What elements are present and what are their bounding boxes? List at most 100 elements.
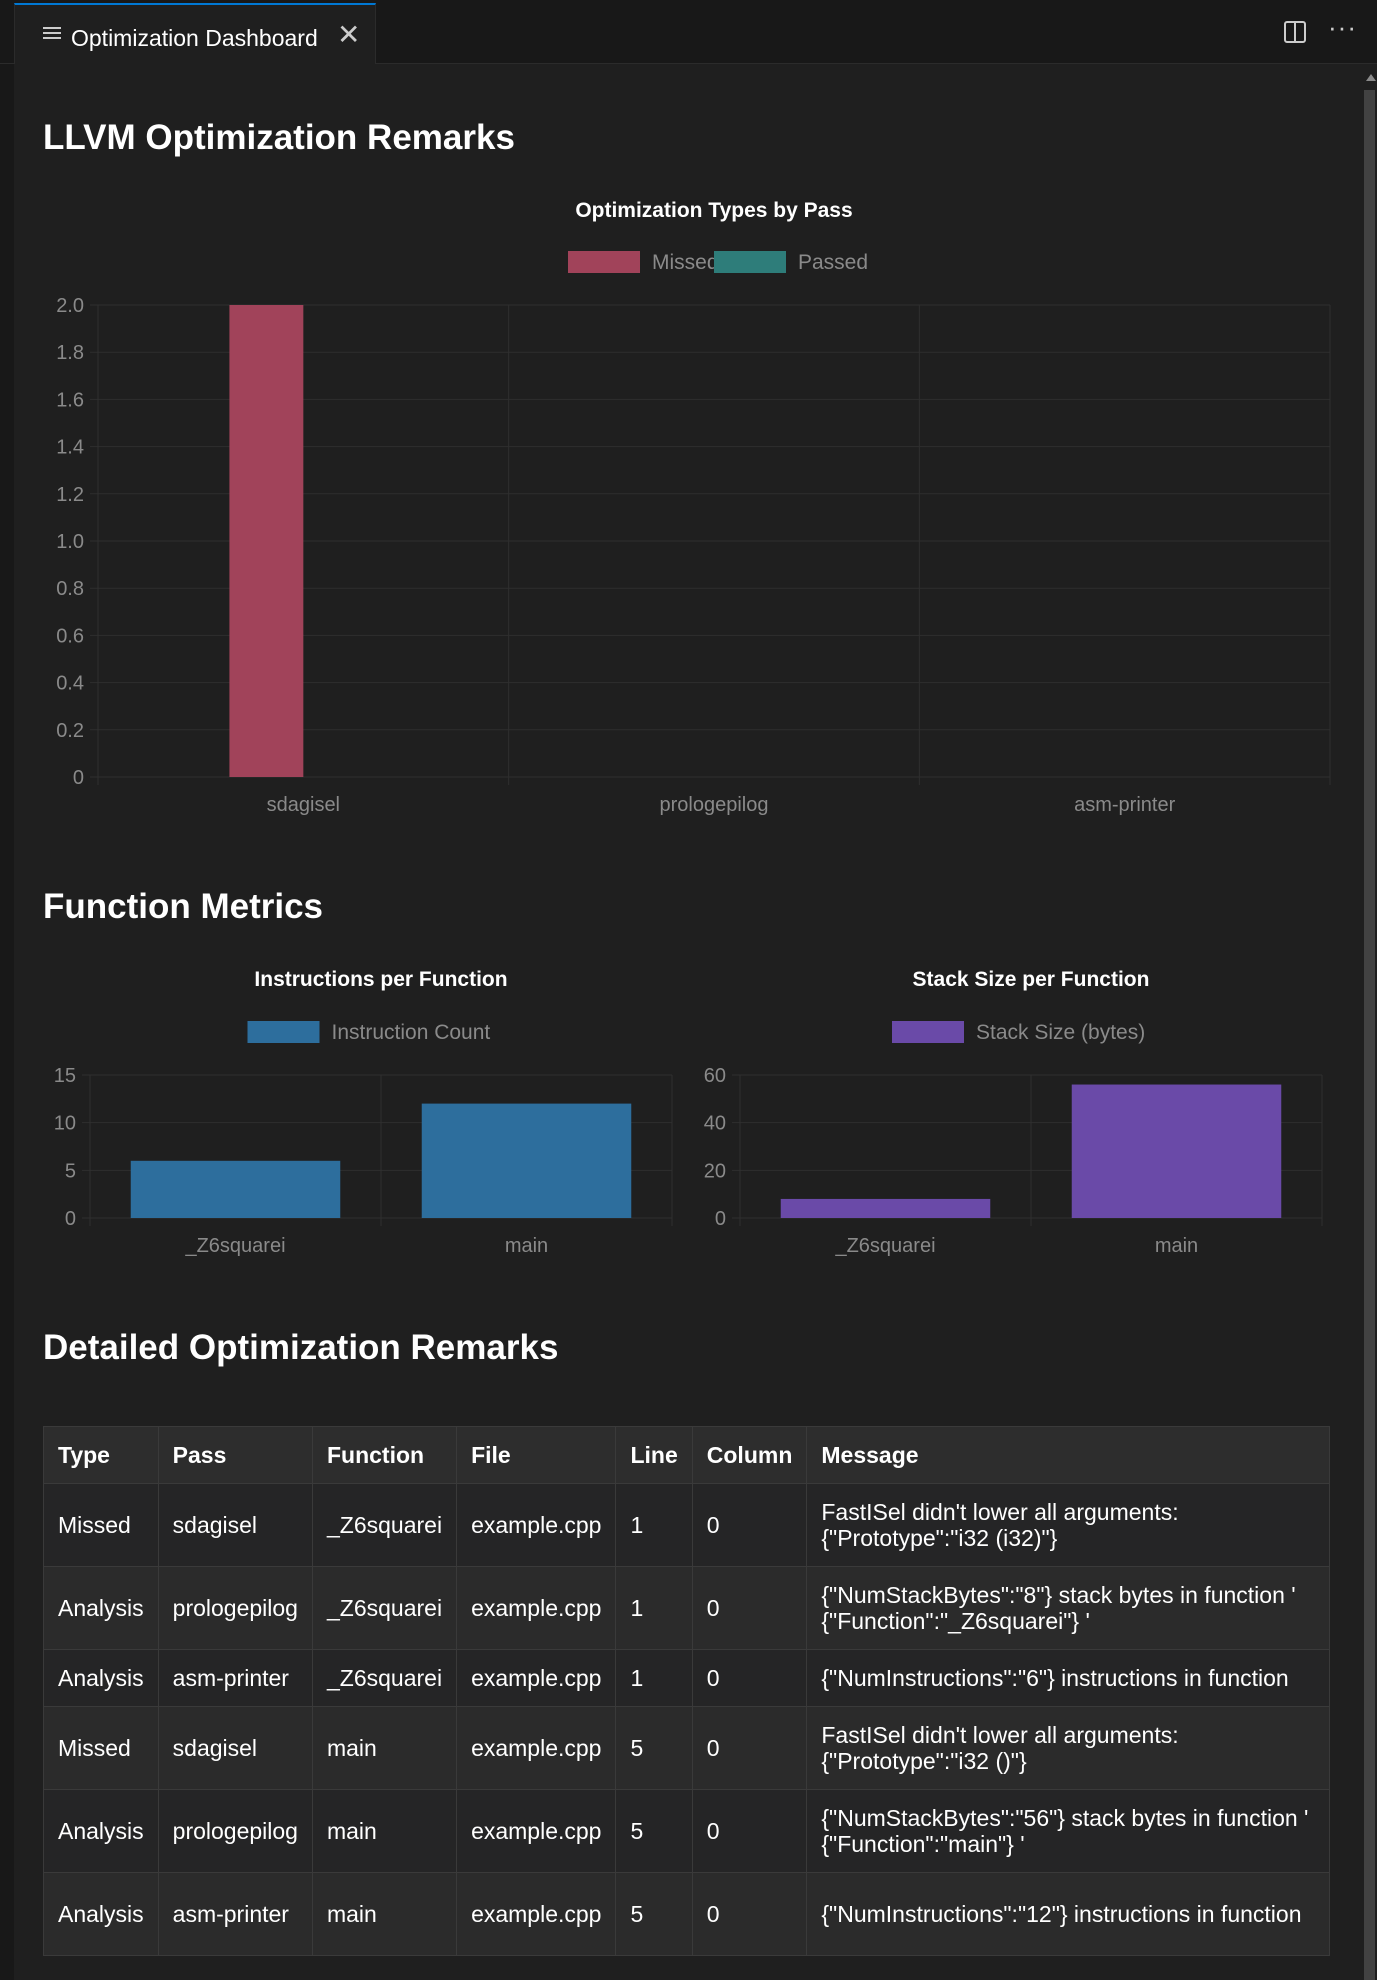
section-title-function-metrics: Function Metrics <box>43 887 324 926</box>
bar-missed <box>229 305 304 777</box>
cell-column: 0 <box>691 1649 808 1707</box>
cell-type: Analysis <box>43 1649 159 1707</box>
cell-pass: sdagisel <box>157 1483 313 1567</box>
remarks-table: Type Pass Function File Line Column Message Mi… <box>43 1426 1330 1956</box>
cell-type: Missed <box>43 1483 159 1567</box>
editor-tab-bar: Optimization Dashboard ✕ ··· <box>0 0 1377 64</box>
page-title: LLVM Optimization Remarks <box>43 118 515 157</box>
cell-message: {"NumStackBytes":"56"} stack bytes in fu… <box>806 1789 1330 1873</box>
cell-message: {"NumStackBytes":"8"} stack bytes in fun… <box>806 1566 1330 1650</box>
y-tick-label: 1.4 <box>56 437 84 459</box>
legend-label: Missed <box>652 251 719 274</box>
y-tick-label: 60 <box>704 1065 726 1087</box>
y-tick-label: 0 <box>73 767 84 789</box>
split-editor-icon[interactable] <box>1284 21 1306 43</box>
legend-label: Passed <box>798 251 868 274</box>
cell-message: {"NumInstructions":"6"} instructions in … <box>806 1649 1330 1707</box>
x-tick-label: sdagisel <box>267 794 340 816</box>
cell-file: example.cpp <box>456 1872 617 1956</box>
table-row: Analysis prologepilog _Z6squarei example.cp… <box>43 1566 1330 1650</box>
cell-column: 0 <box>691 1566 808 1650</box>
more-actions-icon[interactable]: ··· <box>1328 12 1357 43</box>
cell-pass: prologepilog <box>157 1566 313 1650</box>
bar-instruction-count <box>130 1160 341 1218</box>
y-tick-label: 2.0 <box>56 295 84 317</box>
y-tick-label: 15 <box>54 1065 76 1087</box>
cell-line: 1 <box>615 1483 693 1567</box>
chart-title: Instructions per Function <box>254 968 507 991</box>
bar-instruction-count <box>421 1103 632 1218</box>
cell-pass: asm-printer <box>157 1872 313 1956</box>
cell-type: Analysis <box>43 1872 159 1956</box>
x-tick-label: prologepilog <box>660 794 769 816</box>
x-tick-label: main <box>1155 1235 1198 1257</box>
cell-file: example.cpp <box>456 1649 617 1707</box>
scroll-up-arrow-icon[interactable] <box>1366 74 1376 81</box>
cell-function: main <box>311 1872 458 1956</box>
cell-type: Analysis <box>43 1789 159 1873</box>
column-header-type: Type <box>43 1426 159 1484</box>
y-tick-label: 0 <box>65 1208 76 1230</box>
bar-stack-size-bytes- <box>1071 1084 1282 1218</box>
cell-file: example.cpp <box>456 1789 617 1873</box>
list-lines-icon <box>43 27 61 43</box>
cell-file: example.cpp <box>456 1483 617 1567</box>
x-tick-label: _Z6squarei <box>834 1235 935 1257</box>
y-tick-label: 20 <box>704 1160 726 1182</box>
y-tick-label: 1.0 <box>56 531 84 553</box>
cell-pass: asm-printer <box>157 1649 313 1707</box>
tab-title: Optimization Dashboard <box>71 25 318 51</box>
cell-function: main <box>311 1706 458 1790</box>
chart-optimization-types: Optimization Types by Pass Missed Passed 0 0… <box>56 199 1331 816</box>
table-row: Analysis asm-printer _Z6squarei example.cpp… <box>43 1649 1330 1707</box>
scrollbar-thumb[interactable] <box>1364 90 1375 1980</box>
table-row: Missed sdagisel main example.cpp 5 0 FastISel … <box>43 1706 1330 1790</box>
column-header-pass: Pass <box>157 1426 313 1484</box>
section-title-detailed-remarks: Detailed Optimization Remarks <box>43 1328 559 1367</box>
legend-swatch <box>568 251 640 273</box>
y-tick-label: 0.4 <box>56 673 84 695</box>
cell-message: {"NumInstructions":"12"} instructions in… <box>806 1872 1330 1956</box>
close-icon[interactable]: ✕ <box>337 21 360 49</box>
column-header-column: Column <box>691 1426 808 1484</box>
cell-line: 5 <box>615 1789 693 1873</box>
table-row: Analysis prologepilog main example.cpp 5 0 {"N… <box>43 1789 1330 1873</box>
cell-column: 0 <box>691 1872 808 1956</box>
table-header-row: Type Pass Function File Line Column Message <box>43 1426 1330 1484</box>
legend-swatch <box>892 1021 964 1043</box>
x-tick-label: _Z6squarei <box>184 1235 285 1257</box>
cell-pass: prologepilog <box>157 1789 313 1873</box>
table-row: Analysis asm-printer main example.cpp 5 0 {"Nu… <box>43 1872 1330 1956</box>
chart-instructions-per-function: Instructions per Function Instruction Cou… <box>54 968 673 1257</box>
x-tick-label: main <box>505 1235 548 1257</box>
cell-pass: sdagisel <box>157 1706 313 1790</box>
legend-label: Stack Size (bytes) <box>976 1021 1145 1044</box>
cell-column: 0 <box>691 1706 808 1790</box>
cell-column: 0 <box>691 1789 808 1873</box>
left-gutter <box>0 64 14 1980</box>
cell-line: 1 <box>615 1566 693 1650</box>
tab-optimization-dashboard[interactable]: Optimization Dashboard ✕ <box>14 3 376 64</box>
legend-swatch <box>714 251 786 273</box>
column-header-line: Line <box>615 1426 693 1484</box>
cell-file: example.cpp <box>456 1706 617 1790</box>
cell-type: Missed <box>43 1706 159 1790</box>
cell-function: _Z6squarei <box>311 1649 458 1707</box>
y-tick-label: 10 <box>54 1113 76 1135</box>
table-row: Missed sdagisel _Z6squarei example.cpp 1 0 Fas… <box>43 1483 1330 1567</box>
cell-function: _Z6squarei <box>311 1566 458 1650</box>
legend-swatch <box>247 1021 320 1043</box>
y-tick-label: 1.8 <box>56 342 84 364</box>
legend-label: Instruction Count <box>332 1021 491 1044</box>
y-tick-label: 1.2 <box>56 484 84 506</box>
cell-message: FastISel didn't lower all arguments: {"P… <box>806 1483 1330 1567</box>
chart-title: Optimization Types by Pass <box>575 199 852 222</box>
cell-message: FastISel didn't lower all arguments: {"P… <box>806 1706 1330 1790</box>
y-tick-label: 1.6 <box>56 389 84 411</box>
cell-type: Analysis <box>43 1566 159 1650</box>
column-header-message: Message <box>806 1426 1330 1484</box>
bar-stack-size-bytes- <box>780 1198 991 1218</box>
cell-function: main <box>311 1789 458 1873</box>
cell-file: example.cpp <box>456 1566 617 1650</box>
column-header-function: Function <box>311 1426 458 1484</box>
